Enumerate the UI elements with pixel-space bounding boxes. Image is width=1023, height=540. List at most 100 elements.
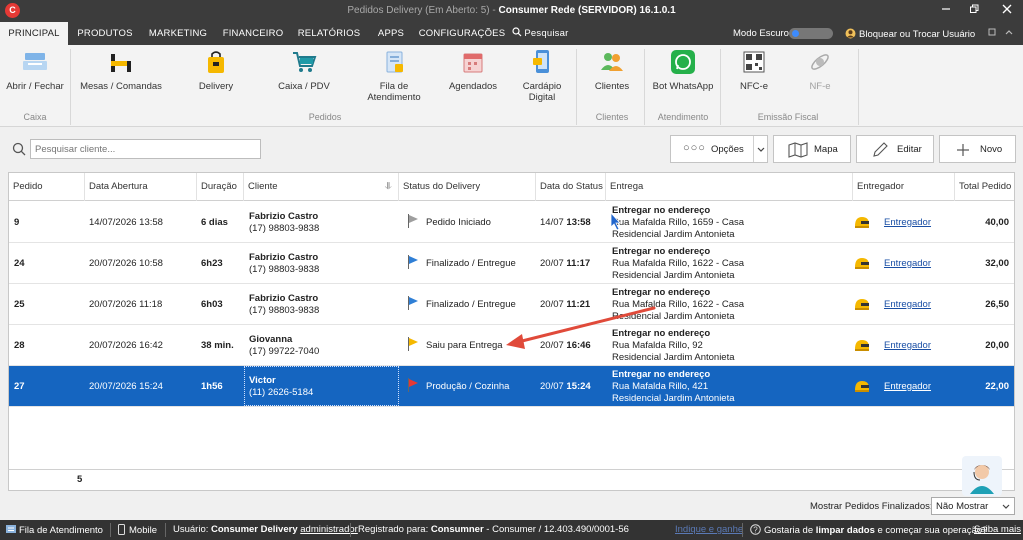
col-data-abertura[interactable]: Data Abertura xyxy=(85,173,197,201)
new-button[interactable]: Novo xyxy=(939,135,1016,163)
delivery-neighborhood: Residencial Jardim Antonieta xyxy=(612,393,735,404)
group-atendimento: Atendimento xyxy=(657,112,709,122)
mobile-link[interactable]: Mobile xyxy=(118,524,157,536)
order-total: 40,00 xyxy=(985,217,1009,228)
ribbon: Abrir / Fechar Mesas / Comandas Delivery… xyxy=(0,45,1023,127)
tab-principal[interactable]: PRINCIPAL xyxy=(0,22,68,45)
chevron-down-icon xyxy=(1002,504,1010,509)
tab-relatorios[interactable]: RELATÓRIOS xyxy=(292,22,366,45)
fila-atendimento-link[interactable]: Fila de Atendimento xyxy=(6,524,103,536)
courier-link[interactable]: Entregador xyxy=(884,217,931,228)
client-name: Fabrizio Castro xyxy=(249,211,319,222)
map-icon xyxy=(788,142,808,158)
table-row[interactable]: 25 20/07/2026 11:18 6h03 Fabrizio Castro (17… xyxy=(9,284,1014,325)
nfe-button[interactable]: NF-e xyxy=(800,49,840,92)
delivery-neighborhood: Residencial Jardim Antonieta xyxy=(612,229,735,240)
mobile-phone-icon xyxy=(118,524,125,535)
search-icon xyxy=(511,27,521,37)
col-total[interactable]: Total Pedido xyxy=(955,173,1014,201)
chevron-down-icon xyxy=(757,147,765,152)
saiba-mais-link[interactable]: Saiba mais xyxy=(974,524,1021,535)
status-bar: Fila de Atendimento Mobile Usuário: Cons… xyxy=(0,520,1023,540)
dark-mode-toggle[interactable] xyxy=(789,28,833,39)
cardapio-digital-button[interactable]: Cardápio Digital xyxy=(516,49,568,103)
tab-configuracoes[interactable]: CONFIGURAÇÕES xyxy=(418,22,506,45)
fila-atendimento-button[interactable]: Fila de Atendimento xyxy=(362,49,426,103)
help-icon: ? xyxy=(750,524,761,535)
col-status[interactable]: Status do Delivery xyxy=(399,173,536,201)
delivery-status: Finalizado / Entregue xyxy=(426,258,516,269)
table-row[interactable]: 28 20/07/2026 16:42 38 min. Giovanna (17) 99… xyxy=(9,325,1014,366)
helmet-icon xyxy=(855,217,869,228)
sort-icon: ⥥ xyxy=(385,181,392,192)
courier-link[interactable]: Entregador xyxy=(884,299,931,310)
col-cliente[interactable]: Cliente ⥥ xyxy=(244,173,399,201)
opened-at: 20/07/2026 15:24 xyxy=(89,381,163,392)
delivery-neighborhood: Residencial Jardim Antonieta xyxy=(612,311,735,322)
client-name: Fabrizio Castro xyxy=(249,252,319,263)
tab-marketing[interactable]: MARKETING xyxy=(141,22,215,45)
clientes-button[interactable]: Clientes xyxy=(586,49,638,92)
bot-whatsapp-button[interactable]: Bot WhatsApp xyxy=(652,49,714,92)
whatsapp-icon xyxy=(670,49,696,75)
table-row[interactable]: 9 14/07/2026 13:58 6 dias Fabrizio Castro (1… xyxy=(9,202,1014,243)
client-name: Fabrizio Castro xyxy=(249,293,319,304)
maximize-button[interactable] xyxy=(960,2,988,20)
order-total: 26,50 xyxy=(985,299,1009,310)
lock-user-button[interactable]: Bloquear ou Trocar Usuário xyxy=(845,28,975,40)
order-total: 22,00 xyxy=(985,381,1009,392)
col-entregador[interactable]: Entregador xyxy=(853,173,955,201)
client-phone: (17) 98803-9838 xyxy=(249,223,320,234)
menu-bar: PRINCIPAL PRODUTOS MARKETING FINANCEIRO … xyxy=(0,22,1023,45)
courier-link[interactable]: Entregador xyxy=(884,258,931,269)
mesas-comandas-button[interactable]: Mesas / Comandas xyxy=(78,49,164,92)
table-row[interactable]: 24 20/07/2026 10:58 6h23 Fabrizio Castro (17… xyxy=(9,243,1014,284)
client-phone: (17) 99722-7040 xyxy=(249,346,320,357)
tab-financeiro[interactable]: FINANCEIRO xyxy=(216,22,290,45)
duration: 6h23 xyxy=(201,258,223,269)
minimize-icon xyxy=(942,8,950,10)
delivery-button[interactable]: Delivery xyxy=(188,49,244,92)
nfce-button[interactable]: NFC-e xyxy=(734,49,774,92)
support-chat-button[interactable] xyxy=(962,456,1002,496)
title-bar: C Pedidos Delivery (Em Aberto: 5) - Cons… xyxy=(0,0,1023,22)
group-clientes: Clientes xyxy=(595,112,629,122)
options-button[interactable]: ○○○ Opções xyxy=(670,135,768,163)
delivery-status: Saiu para Entrega xyxy=(426,340,503,351)
col-data-status[interactable]: Data do Status xyxy=(536,173,606,201)
delivery-neighborhood: Residencial Jardim Antonieta xyxy=(612,352,735,363)
courier-link[interactable]: Entregador xyxy=(884,381,931,392)
caixa-pdv-button[interactable]: Caixa / PDV xyxy=(272,49,336,92)
show-finalized-select[interactable]: Não Mostrar xyxy=(931,497,1015,515)
col-pedido[interactable]: Pedido xyxy=(9,173,85,201)
map-button[interactable]: Mapa xyxy=(773,135,851,163)
window-title: Pedidos Delivery (Em Aberto: 5) - Consum… xyxy=(347,5,676,16)
tab-pesquisar[interactable]: Pesquisar xyxy=(510,22,570,45)
agendados-button[interactable]: Agendados xyxy=(446,49,500,92)
tab-apps[interactable]: APPS xyxy=(368,22,414,45)
courier-link[interactable]: Entregador xyxy=(884,340,931,351)
minimize-button[interactable] xyxy=(932,2,960,20)
edit-button[interactable]: Editar xyxy=(856,135,934,163)
tab-produtos[interactable]: PRODUTOS xyxy=(70,22,140,45)
ribbon-collapse-button[interactable] xyxy=(995,25,1023,43)
duration: 1h56 xyxy=(201,381,223,392)
client-phone: (17) 98803-9838 xyxy=(249,305,320,316)
focused-cell xyxy=(244,366,399,406)
delivery-address: Rua Mafalda Rillo, 1622 - Casa xyxy=(612,258,745,269)
indique-ganhe-link[interactable]: Indique e ganhe xyxy=(675,524,743,535)
table-row[interactable]: 27 20/07/2026 15:24 1h56 Victor (11) 2626-51… xyxy=(9,366,1014,407)
delivery-status: Finalizado / Entregue xyxy=(426,299,516,310)
helmet-icon xyxy=(855,258,869,269)
opened-at: 14/07/2026 13:58 xyxy=(89,217,163,228)
close-button[interactable] xyxy=(993,2,1021,20)
plus-icon xyxy=(957,144,969,156)
col-duracao[interactable]: Duração xyxy=(197,173,244,201)
abrir-fechar-button[interactable]: Abrir / Fechar xyxy=(4,49,66,92)
orders-grid: Pedido Data Abertura Duração Cliente ⥥ St… xyxy=(8,172,1015,491)
order-number: 24 xyxy=(14,258,25,269)
registration-info: Registrado para: Consumner - Consumer / … xyxy=(358,524,629,535)
search-client-input[interactable] xyxy=(30,139,261,159)
dark-mode-label: Modo Escuro xyxy=(733,28,789,39)
col-entrega[interactable]: Entrega xyxy=(606,173,853,201)
